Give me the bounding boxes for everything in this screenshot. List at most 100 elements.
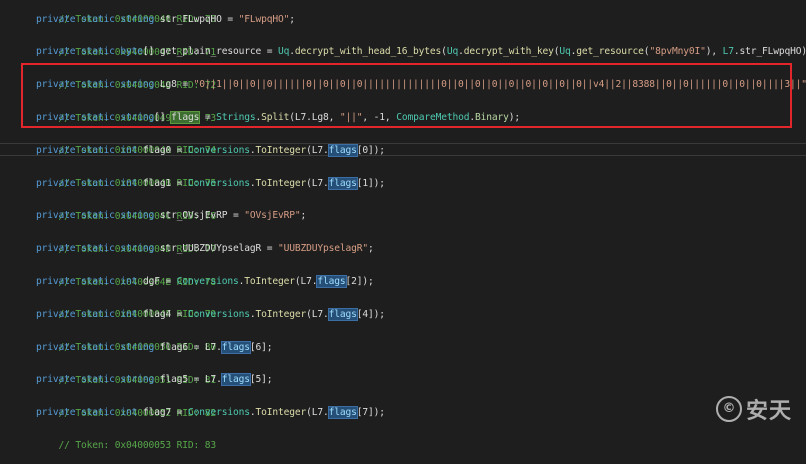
punct: [] xyxy=(142,46,160,57)
code-line-comment[interactable]: // Token: 0x04000046 RID: 70 xyxy=(36,2,217,25)
operator: = xyxy=(187,342,205,353)
code-line-lg8[interactable]: private static string Lg8 = "0||1||0||0|… xyxy=(36,79,806,91)
punct: [2]); xyxy=(345,276,374,287)
operator: = xyxy=(171,145,188,156)
flags-identifier-selected[interactable]: flags xyxy=(170,111,201,124)
identifier: flag4 xyxy=(142,309,172,320)
code-line-flag1[interactable]: private static int flag1 = Conversions.T… xyxy=(36,177,385,190)
identifier: flag6 xyxy=(159,342,188,353)
class-name: Conversions xyxy=(176,276,239,287)
keyword: private static xyxy=(36,14,115,25)
string-literal: "0||1||0||0||0||||||0||0||0||0||||||||||… xyxy=(193,79,806,90)
type: byte xyxy=(120,46,143,57)
punct: [7]); xyxy=(356,407,385,418)
identifier: str_UUBZDUYpselagR xyxy=(159,243,262,254)
keyword: private static xyxy=(36,145,115,156)
string-literal: "OVsjEvRP" xyxy=(244,210,301,221)
punct: (L7. xyxy=(306,145,329,156)
punct: (L7. xyxy=(306,407,329,418)
operator: = xyxy=(227,210,245,221)
operator: = xyxy=(221,14,239,25)
identifier: get_plain_resource xyxy=(159,46,262,57)
punct: (L7. xyxy=(294,276,318,287)
operator: = xyxy=(261,243,278,254)
operator: = xyxy=(176,79,194,90)
identifier: flag1 xyxy=(142,178,172,189)
code-line-comment[interactable]: // Token: 0x0400004A RID: 74 xyxy=(36,133,217,156)
keyword: private static xyxy=(36,112,115,123)
identifier: flag0 xyxy=(142,145,172,156)
punct: [6]; xyxy=(249,342,273,353)
code-line-flag5[interactable]: private static string flag5 = L7.flags[5… xyxy=(36,373,273,386)
flags-reference[interactable]: flags xyxy=(327,177,358,190)
antiy-watermark: © 安天 xyxy=(715,393,792,425)
method-name: ToInteger xyxy=(244,276,295,287)
class-name: Conversions xyxy=(187,309,250,320)
keyword: private static xyxy=(36,210,115,221)
method-name: get_resource xyxy=(576,46,644,57)
identifier: flag5 xyxy=(159,374,188,385)
flags-reference[interactable]: flags xyxy=(327,406,358,419)
code-line-str-uubzduypselagr[interactable]: private static string str_UUBZDUYpselagR… xyxy=(36,243,374,255)
punct: ), xyxy=(705,46,723,57)
punct: [] xyxy=(154,112,172,123)
code-line-comment[interactable]: // Token: 0x0400004B RID: 75 xyxy=(36,166,217,189)
type: int xyxy=(120,309,138,320)
method-name: decrypt_with_head_16_bytes xyxy=(294,46,442,57)
operator: = xyxy=(187,374,205,385)
flags-reference[interactable]: flags xyxy=(327,144,358,157)
class-name: Conversions xyxy=(187,407,250,418)
code-line-comment[interactable]: // Token: 0x04000050 RID: 80 xyxy=(36,330,217,353)
operator: = xyxy=(171,309,188,320)
code-line-str-ovsjevrp[interactable]: private static string str_OVsjEvRP = "OV… xyxy=(36,210,306,222)
string-literal: "||" xyxy=(339,112,363,123)
punct: ); xyxy=(508,112,520,123)
code-line-flag4[interactable]: private static int flag4 = Conversions.T… xyxy=(36,308,385,321)
comment: // Token: 0x04000053 RID: 83 xyxy=(58,440,217,451)
enum-name: CompareMethod xyxy=(396,112,470,123)
enum-member: Binary xyxy=(474,112,509,123)
keyword: private static xyxy=(36,309,115,320)
type: string xyxy=(120,374,155,385)
keyword: private static xyxy=(36,276,115,287)
punct: [0]); xyxy=(356,145,385,156)
string-literal: "FLwpqHO" xyxy=(238,14,290,25)
flags-reference[interactable]: flags xyxy=(220,373,251,386)
type: string xyxy=(120,210,155,221)
method-name: ToInteger xyxy=(255,407,307,418)
code-line-str-flwpqho[interactable]: private static string str_FLwpqHO = "FLw… xyxy=(36,14,295,26)
punct: (L7. xyxy=(306,309,329,320)
type: string xyxy=(120,342,155,353)
keyword: private static xyxy=(36,374,115,385)
string-literal: "UUBZDUYpselagR" xyxy=(277,243,368,254)
code-line-flag6[interactable]: private static string flag6 = L7.flags[6… xyxy=(36,341,273,354)
punct: (L7.Lg8, xyxy=(289,112,340,123)
keyword: private static xyxy=(36,178,115,189)
operator: = xyxy=(171,178,188,189)
type: int xyxy=(120,407,138,418)
punct: ; xyxy=(300,210,307,221)
keyword: private static xyxy=(36,407,115,418)
code-line-get-plain-resource[interactable]: private static byte[] get_plain_resource… xyxy=(36,46,806,58)
punct: .str_FLwpqHO)); xyxy=(733,46,806,57)
flags-reference[interactable]: flags xyxy=(316,275,347,288)
flags-reference[interactable]: flags xyxy=(327,308,358,321)
string-literal: "8pvMny0I" xyxy=(649,46,706,57)
code-line-flag7[interactable]: private static int flag7 = Conversions.T… xyxy=(36,406,385,419)
code-line-flags-split[interactable]: private static string[] flags = Strings.… xyxy=(36,111,520,124)
identifier: Lg8 xyxy=(159,79,177,90)
flags-reference[interactable]: flags xyxy=(220,341,251,354)
type: string xyxy=(120,14,155,25)
operator: = xyxy=(171,407,188,418)
code-editor[interactable]: // Token: 0x04000046 RID: 70 private sta… xyxy=(0,0,806,451)
code-line-flag0[interactable]: private static int flag0 = Conversions.T… xyxy=(36,144,385,157)
class-name: Strings xyxy=(216,112,256,123)
operator: = xyxy=(261,46,278,57)
code-line-comment[interactable]: // Token: 0x04000053 RID: 83 xyxy=(36,428,217,451)
class-name: Uq xyxy=(559,46,571,57)
code-line-comment[interactable]: // Token: 0x0400004F RID: 79 xyxy=(36,297,217,320)
type: int xyxy=(120,145,138,156)
class-name: Conversions xyxy=(187,145,250,156)
code-line-dgf[interactable]: private static int dgF = Conversions.ToI… xyxy=(36,275,374,288)
class-name: L7 xyxy=(722,46,734,57)
